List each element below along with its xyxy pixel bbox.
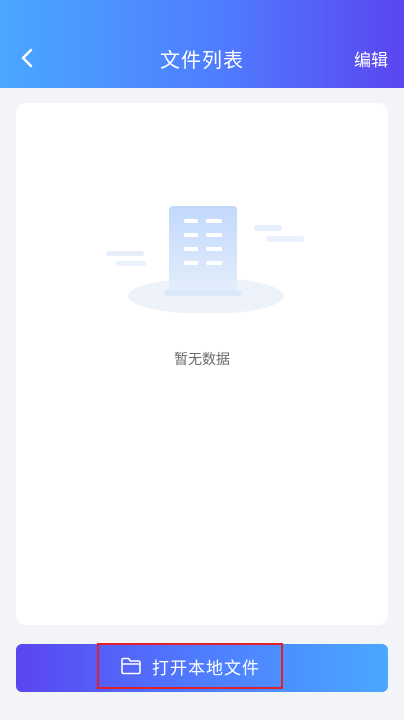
open-local-file-label: 打开本地文件 [152, 658, 260, 679]
file-list-card: 暂无数据 [16, 103, 388, 625]
page-title: 文件列表 [160, 48, 244, 72]
open-local-file-highlight[interactable]: 打开本地文件 [97, 643, 283, 689]
folder-icon [121, 657, 141, 675]
header-bar: 文件列表 编辑 [0, 0, 404, 88]
empty-state-text: 暂无数据 [174, 352, 230, 368]
document-empty-icon [106, 206, 304, 313]
open-local-file-button[interactable]: 打开本地文件 [16, 643, 388, 692]
edit-button[interactable]: 编辑 [354, 46, 388, 71]
